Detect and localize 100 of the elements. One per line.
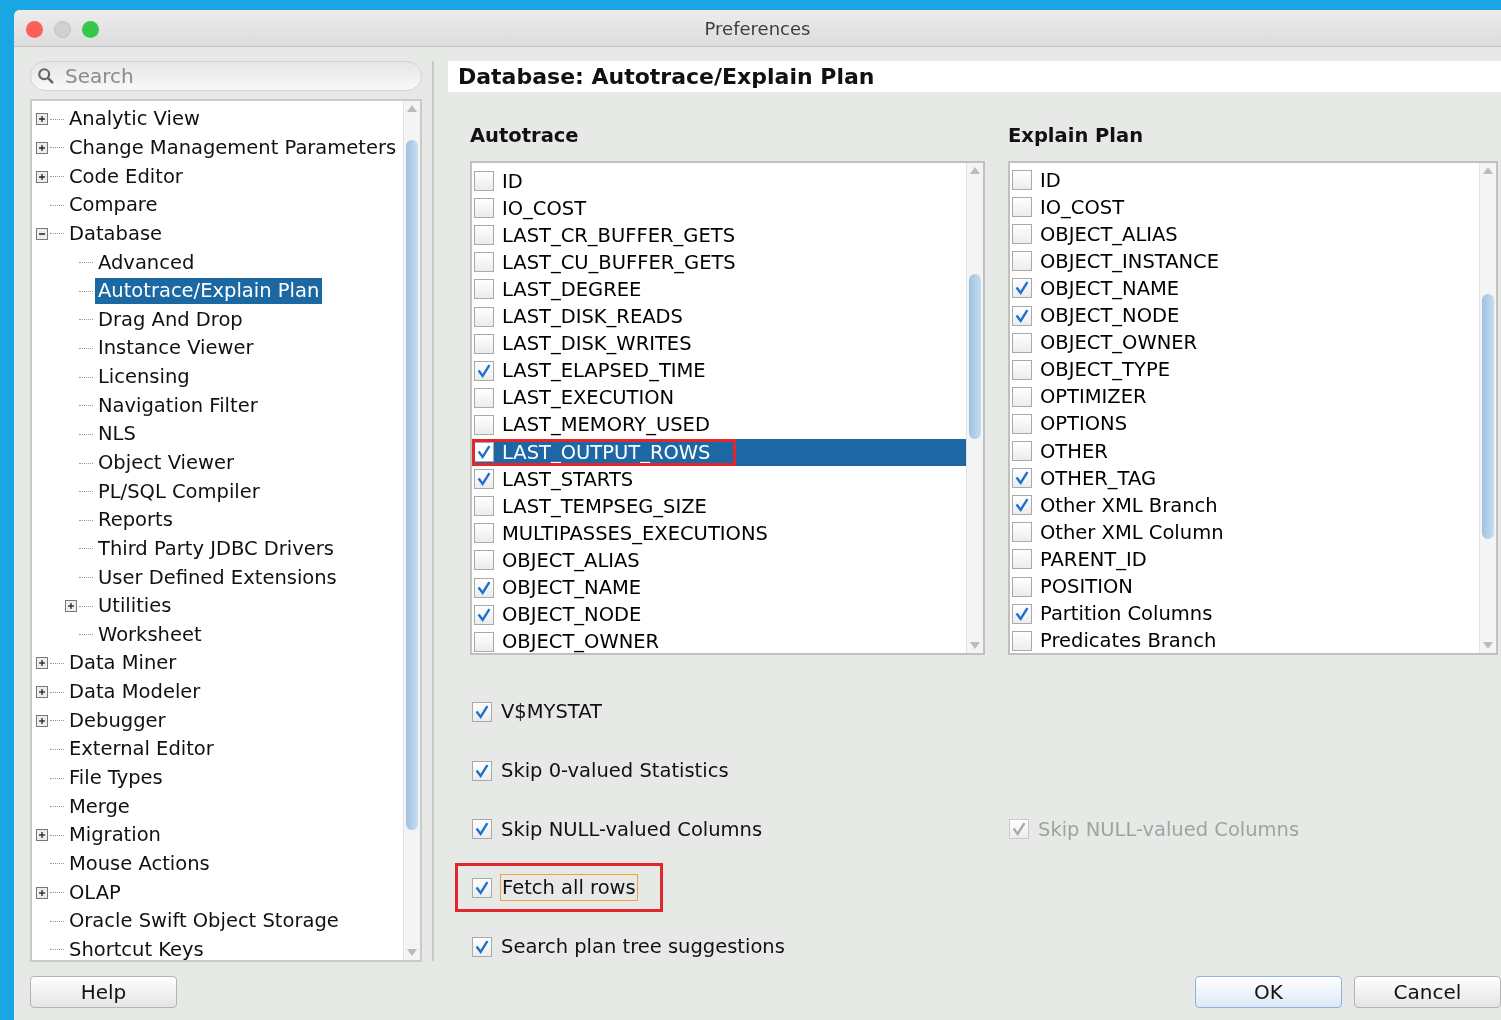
checkbox[interactable] xyxy=(474,252,494,273)
tree-item[interactable]: User Defined Extensions xyxy=(95,564,340,591)
checkbox[interactable] xyxy=(474,387,494,408)
expander-icon[interactable] xyxy=(36,170,48,183)
list-row[interactable]: OBJECT_NAME xyxy=(472,573,966,602)
checkbox[interactable] xyxy=(1012,170,1032,191)
tree-item[interactable]: File Types xyxy=(66,765,166,792)
list-row[interactable]: LAST_CR_BUFFER_GETS xyxy=(472,221,966,249)
tree-item[interactable]: Analytic View xyxy=(66,106,203,133)
checkbox[interactable] xyxy=(1012,251,1032,272)
expander-icon[interactable] xyxy=(36,686,48,699)
expander-icon[interactable] xyxy=(36,227,48,240)
checkbox[interactable] xyxy=(1012,197,1032,218)
tree-item[interactable]: Navigation Filter xyxy=(95,392,261,419)
tree-item[interactable]: Shortcut Keys xyxy=(66,936,207,963)
checkbox[interactable] xyxy=(474,333,494,354)
dialog-button[interactable]: Cancel xyxy=(1354,976,1501,1008)
checkbox[interactable] xyxy=(474,496,494,517)
expander-icon[interactable] xyxy=(65,600,77,613)
checkbox[interactable] xyxy=(474,198,494,219)
checkbox[interactable] xyxy=(474,414,494,435)
tree-item[interactable]: Debugger xyxy=(66,707,169,734)
checkbox[interactable] xyxy=(1012,441,1032,462)
scrollbar[interactable] xyxy=(403,101,420,960)
list-row[interactable]: LAST_DEGREE xyxy=(472,275,966,304)
checkbox-label[interactable]: V$MYSTAT xyxy=(500,699,603,725)
list-row[interactable]: LAST_MEMORY_USED xyxy=(472,411,966,439)
checkbox[interactable] xyxy=(474,225,494,246)
expander-icon[interactable] xyxy=(36,886,48,899)
checkbox-label[interactable]: Skip 0-valued Statistics xyxy=(500,758,730,784)
checkbox[interactable] xyxy=(472,936,492,957)
list-row[interactable]: OBJECT_NODE xyxy=(472,601,966,629)
checkbox[interactable] xyxy=(472,701,492,722)
list-row[interactable]: MULTIPASSES_EXECUTIONS xyxy=(472,519,966,547)
checkbox[interactable] xyxy=(472,877,492,898)
checkbox[interactable] xyxy=(474,604,494,625)
expander-icon[interactable] xyxy=(36,141,48,154)
list-row[interactable]: LAST_STARTS xyxy=(472,465,966,493)
tree-item[interactable]: PL/SQL Compiler xyxy=(95,478,263,505)
checkbox[interactable] xyxy=(472,819,492,840)
expander-icon[interactable] xyxy=(36,657,48,670)
list-row[interactable]: LAST_TEMPSEG_SIZE xyxy=(472,492,966,520)
checkbox[interactable] xyxy=(1012,522,1032,543)
list-row[interactable]: LAST_DISK_WRITES xyxy=(472,330,966,358)
checkbox-label[interactable]: Search plan tree suggestions xyxy=(500,934,786,960)
checkbox[interactable] xyxy=(1012,495,1032,516)
tree-item[interactable]: Utilities xyxy=(95,593,175,620)
checkbox[interactable] xyxy=(474,577,494,598)
checkbox[interactable] xyxy=(1012,468,1032,489)
checkbox[interactable] xyxy=(474,306,494,327)
checkbox[interactable] xyxy=(1012,549,1032,570)
checkbox[interactable] xyxy=(474,523,494,544)
checkbox[interactable] xyxy=(474,360,494,381)
checkbox[interactable] xyxy=(474,442,494,463)
list-row[interactable]: LAST_OUTPUT_ROWS xyxy=(472,438,966,466)
tree-item[interactable]: Object Viewer xyxy=(95,450,237,476)
list-row[interactable]: ID xyxy=(472,167,966,195)
checkbox[interactable] xyxy=(1012,359,1032,380)
checkbox[interactable] xyxy=(1012,224,1032,245)
tree-item[interactable]: Oracle Swift Object Storage xyxy=(66,908,342,935)
tree-item[interactable]: Reports xyxy=(95,507,176,534)
scrollbar[interactable] xyxy=(966,162,983,653)
tree-item[interactable]: Data Miner xyxy=(66,650,180,677)
tree-item[interactable]: Advanced xyxy=(95,249,198,276)
checkbox[interactable] xyxy=(474,469,494,490)
list-row[interactable]: LAST_ELAPSED_TIME xyxy=(472,357,966,385)
expander-icon[interactable] xyxy=(36,714,48,727)
tree-item[interactable]: Migration xyxy=(66,822,164,849)
list-row[interactable]: OBJECT_ALIAS xyxy=(472,546,966,574)
tree-item[interactable]: Database xyxy=(66,220,166,247)
tree-item[interactable]: Compare xyxy=(66,192,161,219)
dialog-button[interactable]: OK xyxy=(1195,976,1342,1008)
list-row[interactable]: IO_COST xyxy=(472,194,966,222)
list-row[interactable]: LAST_CU_BUFFER_GETS xyxy=(472,248,966,276)
tree-item[interactable]: Instance Viewer xyxy=(95,335,257,362)
tree-item[interactable]: External Editor xyxy=(66,736,217,763)
checkbox[interactable] xyxy=(1012,603,1032,624)
tree-item[interactable]: Licensing xyxy=(95,364,193,391)
close-icon[interactable] xyxy=(26,21,43,38)
tree-item[interactable]: NLS xyxy=(95,421,139,448)
search-field[interactable]: Search xyxy=(30,61,422,91)
tree-item[interactable]: Worksheet xyxy=(95,621,205,648)
minimize-icon[interactable] xyxy=(54,21,71,38)
tree-item[interactable]: Change Management Parameters xyxy=(66,134,400,161)
checkbox[interactable] xyxy=(1012,413,1032,434)
tree-item[interactable]: Drag And Drop xyxy=(95,306,246,333)
checkbox[interactable] xyxy=(1012,386,1032,407)
checkbox[interactable] xyxy=(474,279,494,300)
tree-item[interactable]: Code Editor xyxy=(66,163,186,190)
tree-item[interactable]: OLAP xyxy=(66,879,124,906)
checkbox-label[interactable]: Skip NULL-valued Columns xyxy=(500,816,764,842)
list-row[interactable]: OBJECT_OWNER xyxy=(472,628,966,653)
tree-item[interactable]: Merge xyxy=(66,793,133,820)
expander-icon[interactable] xyxy=(36,113,48,126)
checkbox[interactable] xyxy=(1012,305,1032,326)
checkbox[interactable] xyxy=(1012,630,1032,651)
list-row[interactable]: LAST_DISK_READS xyxy=(472,303,966,331)
tree-item[interactable]: Third Party JDBC Drivers xyxy=(95,535,337,562)
zoom-icon[interactable] xyxy=(82,21,99,38)
checkbox[interactable] xyxy=(1012,332,1032,353)
